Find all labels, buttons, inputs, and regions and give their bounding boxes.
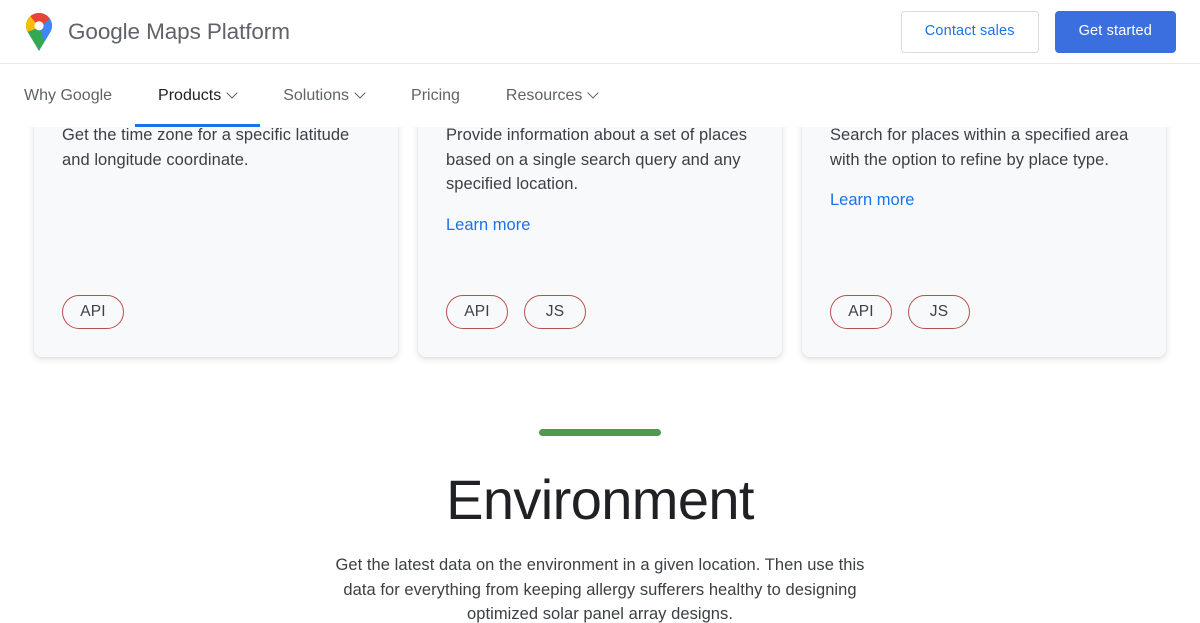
chevron-down-icon — [228, 89, 237, 98]
nav-item-resources[interactable]: Resources — [483, 64, 621, 127]
page-content: Get the time zone for a specific latitud… — [0, 127, 1200, 623]
page-title: Environment — [446, 468, 754, 531]
chip-js[interactable]: JS — [524, 295, 586, 329]
top-header: Google Maps Platform Contact sales Get s… — [0, 0, 1200, 64]
product-card: Search for places within a specified are… — [802, 127, 1166, 357]
chevron-down-icon — [589, 89, 598, 98]
product-card-chips: API JS — [830, 295, 1138, 329]
learn-more-link[interactable]: Learn more — [446, 213, 530, 237]
chip-api[interactable]: API — [830, 295, 892, 329]
nav-item-pricing[interactable]: Pricing — [388, 64, 483, 127]
contact-sales-button[interactable]: Contact sales — [900, 10, 1039, 53]
chip-api[interactable]: API — [446, 295, 508, 329]
main-navigation: Why Google Products Solutions Pricing Resour… — [0, 64, 1200, 127]
product-card-description: Get the time zone for a specific latitud… — [62, 127, 350, 169]
chevron-down-icon — [356, 89, 365, 98]
nav-item-products[interactable]: Products — [135, 64, 261, 127]
header-actions: Contact sales Get started — [900, 10, 1176, 53]
product-card-chips: API JS — [446, 295, 754, 329]
nav-item-label: Resources — [505, 86, 583, 104]
product-card: Provide information about a set of place… — [418, 127, 782, 357]
nav-item-label: Why Google — [24, 86, 113, 104]
nav-item-solutions[interactable]: Solutions — [260, 64, 388, 127]
product-card-chips: API — [62, 295, 370, 329]
nav-item-why-google[interactable]: Why Google — [24, 64, 135, 127]
nav-item-label: Products — [158, 86, 222, 104]
section-divider-rule — [539, 429, 661, 436]
product-card-description: Search for places within a specified are… — [830, 127, 1129, 169]
environment-section: Environment Get the latest data on the e… — [0, 357, 1200, 623]
nav-item-label: Pricing — [411, 86, 460, 104]
get-started-button[interactable]: Get started — [1054, 10, 1176, 53]
nav-item-label: Solutions — [283, 86, 350, 104]
learn-more-link[interactable]: Learn more — [830, 188, 914, 212]
brand-logo-link[interactable]: Google Maps Platform — [24, 0, 290, 63]
product-cards-row: Get the time zone for a specific latitud… — [0, 127, 1200, 357]
google-maps-pin-icon — [26, 12, 52, 51]
chip-api[interactable]: API — [62, 295, 124, 329]
chip-js[interactable]: JS — [908, 295, 970, 329]
product-card: Get the time zone for a specific latitud… — [34, 127, 398, 357]
brand-title: Google Maps Platform — [68, 18, 290, 44]
section-subtitle: Get the latest data on the environment i… — [335, 556, 865, 623]
product-card-description: Provide information about a set of place… — [446, 127, 748, 193]
